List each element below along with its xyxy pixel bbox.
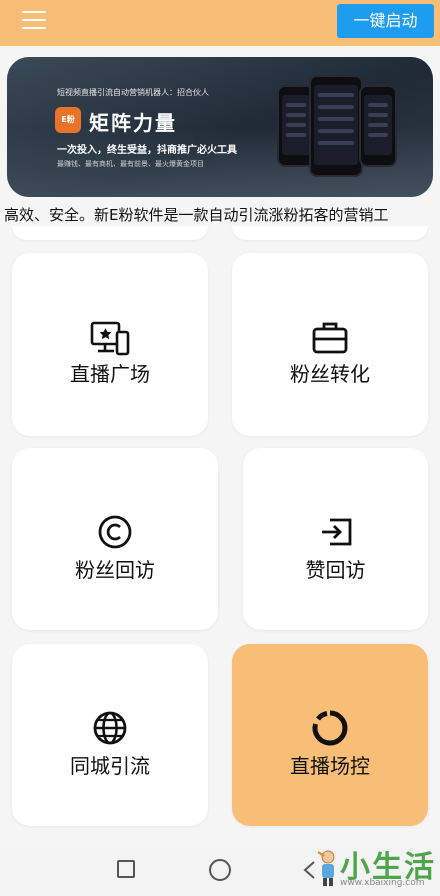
- banner-subline: 最赚钱、最有商机、最有前景、最火爆黄金项目: [57, 160, 204, 168]
- loading-ring-icon: [312, 710, 348, 746]
- globe-icon: [93, 711, 127, 745]
- promo-banner[interactable]: 短视频直播引流自动营销机器人：招合伙人 E粉 矩阵力量 一次投入，终生受益，抖商…: [7, 57, 433, 197]
- banner-top-text: 短视频直播引流自动营销机器人：招合伙人: [57, 88, 209, 97]
- local-traffic-label: 同城引流: [70, 754, 150, 778]
- banner-title: 矩阵力量: [89, 111, 177, 135]
- local-traffic-card[interactable]: 同城引流: [12, 644, 208, 826]
- live-square-label: 直播广场: [70, 362, 150, 386]
- briefcase-icon: [312, 322, 348, 354]
- copyright-icon: [98, 515, 132, 549]
- home-button[interactable]: [209, 859, 231, 881]
- exit-arrow-icon: [321, 518, 351, 546]
- fan-conversion-card[interactable]: 粉丝转化: [232, 253, 428, 436]
- partial-card-right: [232, 226, 428, 240]
- fan-conversion-label: 粉丝转化: [290, 362, 370, 386]
- partial-card-left: [12, 226, 208, 240]
- recent-apps-button[interactable]: [117, 860, 135, 878]
- banner-phone-mockup: [309, 75, 363, 177]
- fan-revisit-label: 粉丝回访: [75, 558, 155, 582]
- live-square-card[interactable]: 直播广场: [12, 253, 208, 436]
- scrolling-notice-text: 高效、安全。新E粉软件是一款自动引流涨粉拓客的营销工: [4, 206, 389, 224]
- banner-logo: E粉: [55, 107, 81, 133]
- live-control-card[interactable]: 直播场控: [232, 644, 428, 826]
- live-broadcast-icon: [90, 321, 130, 356]
- banner-phone-mockup: [359, 85, 397, 167]
- top-bar: 一键启动: [0, 0, 440, 46]
- live-control-label: 直播场控: [290, 754, 370, 778]
- watermark-figure-icon: [317, 850, 335, 886]
- one-click-start-button[interactable]: 一键启动: [337, 4, 434, 38]
- like-revisit-card[interactable]: 赞回访: [243, 448, 428, 630]
- fan-revisit-card[interactable]: 粉丝回访: [12, 448, 218, 630]
- hamburger-menu-icon[interactable]: [22, 11, 48, 33]
- like-revisit-label: 赞回访: [305, 558, 366, 582]
- banner-slogan: 一次投入，终生受益，抖商推广必火工具: [57, 145, 237, 156]
- watermark-url: www.xbaixing.com: [340, 878, 425, 888]
